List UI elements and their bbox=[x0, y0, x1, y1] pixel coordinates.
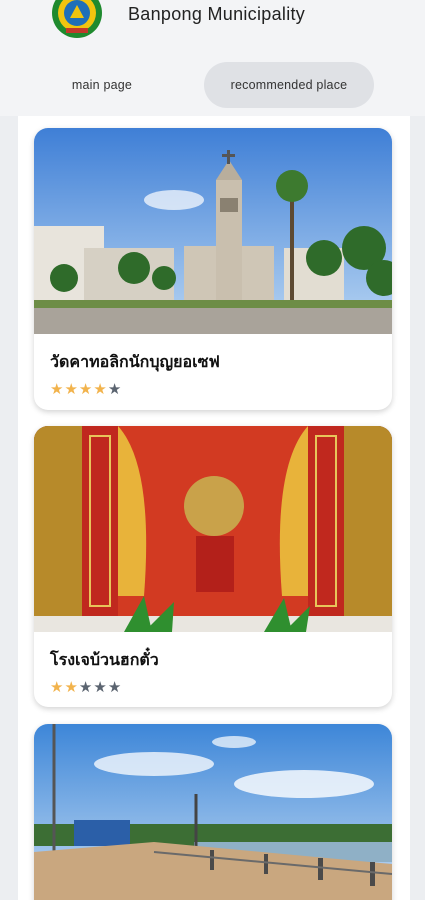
star-filled-icon: ★ bbox=[64, 381, 78, 398]
star-empty-icon: ★ bbox=[93, 679, 107, 696]
star-rating: ★★★★★ bbox=[50, 380, 122, 398]
star-empty-icon: ★ bbox=[78, 679, 93, 696]
star-rating: ★★★★★ bbox=[50, 678, 122, 696]
star-empty-icon: ★ bbox=[107, 679, 122, 696]
place-card[interactable]: วัดคาทอลิกนักบุญยอเซฟ ★★★★★ bbox=[34, 128, 392, 410]
municipality-logo bbox=[52, 0, 102, 38]
app-header: Banpong Municipality main page recommend… bbox=[0, 0, 425, 116]
tab-bar: main page recommended place bbox=[40, 62, 380, 108]
place-title: โรงเจบ้วนฮกตั๋ว bbox=[50, 652, 159, 669]
riverside-walkway-photo bbox=[34, 724, 392, 900]
place-list: วัดคาทอลิกนักบุญยอเซฟ ★★★★★ โรงเจบ้วนฮกต… bbox=[18, 116, 410, 900]
star-filled-icon: ★ bbox=[64, 679, 78, 696]
place-title: วัดคาทอลิกนักบุญยอเซฟ bbox=[50, 354, 220, 371]
place-card[interactable] bbox=[34, 724, 392, 900]
star-filled-icon: ★ bbox=[78, 381, 93, 398]
star-filled-icon: ★ bbox=[50, 381, 64, 398]
church-photo bbox=[34, 128, 392, 334]
app-title: Banpong Municipality bbox=[128, 4, 306, 24]
place-card[interactable]: โรงเจบ้วนฮกตั๋ว ★★★★★ bbox=[34, 426, 392, 707]
tab-main-page[interactable]: main page bbox=[40, 62, 164, 108]
star-empty-icon: ★ bbox=[107, 381, 122, 398]
star-filled-icon: ★ bbox=[93, 381, 107, 398]
shrine-photo bbox=[34, 426, 392, 632]
tab-recommended-place[interactable]: recommended place bbox=[204, 62, 374, 108]
star-filled-icon: ★ bbox=[50, 679, 64, 696]
